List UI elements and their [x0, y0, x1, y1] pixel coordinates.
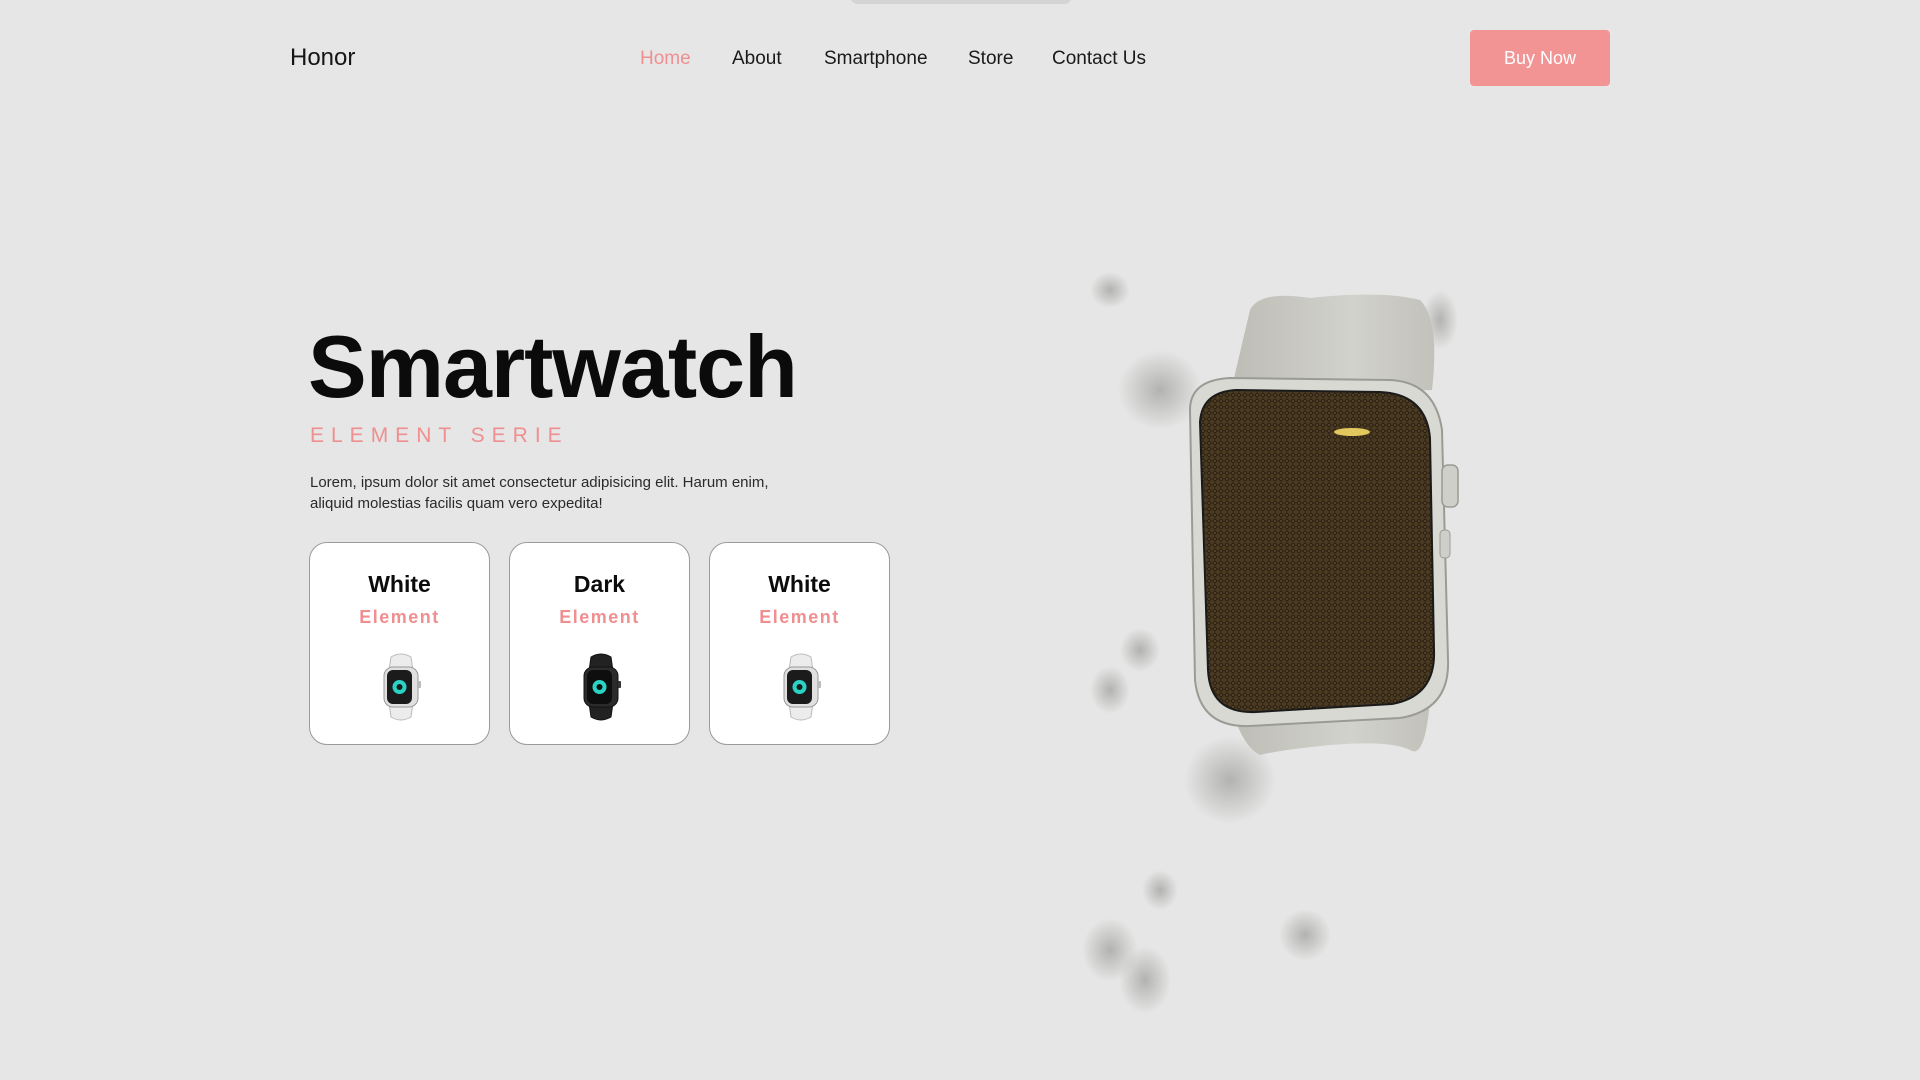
- variant-card-white[interactable]: White Element: [309, 542, 490, 745]
- smartwatch-icon: [783, 653, 821, 721]
- variant-card-dark[interactable]: Dark Element: [509, 542, 690, 745]
- nav-contact[interactable]: Contact Us: [1052, 48, 1146, 70]
- variant-subtitle: Element: [759, 607, 840, 627]
- top-tab-indicator: [850, 0, 1072, 4]
- variant-subtitle: Element: [559, 607, 640, 627]
- nav-home[interactable]: Home: [640, 48, 691, 70]
- buy-now-button[interactable]: Buy Now: [1470, 30, 1610, 86]
- hero-title: Smartwatch: [308, 317, 798, 416]
- variant-name: Dark: [573, 571, 626, 597]
- smartwatch-product-render: [1082, 272, 1459, 1014]
- variant-card-white-2[interactable]: White Element: [709, 542, 890, 745]
- site-logo[interactable]: Honor: [290, 44, 355, 72]
- nav-smartphone[interactable]: Smartphone: [824, 48, 928, 70]
- variant-name: White: [768, 571, 831, 597]
- hero-description: Lorem, ipsum dolor sit amet consectetur …: [310, 474, 769, 512]
- smartwatch-icon: [383, 653, 421, 721]
- variant-name: White: [368, 571, 431, 597]
- hero-subtitle: ELEMENT SERIE: [310, 424, 569, 447]
- landing-page: Honor Home About Smartphone Store Contac…: [0, 0, 1920, 1080]
- variant-subtitle: Element: [359, 607, 440, 627]
- smartwatch-icon: [583, 653, 621, 721]
- nav-about[interactable]: About: [732, 48, 782, 70]
- nav-store[interactable]: Store: [968, 48, 1013, 70]
